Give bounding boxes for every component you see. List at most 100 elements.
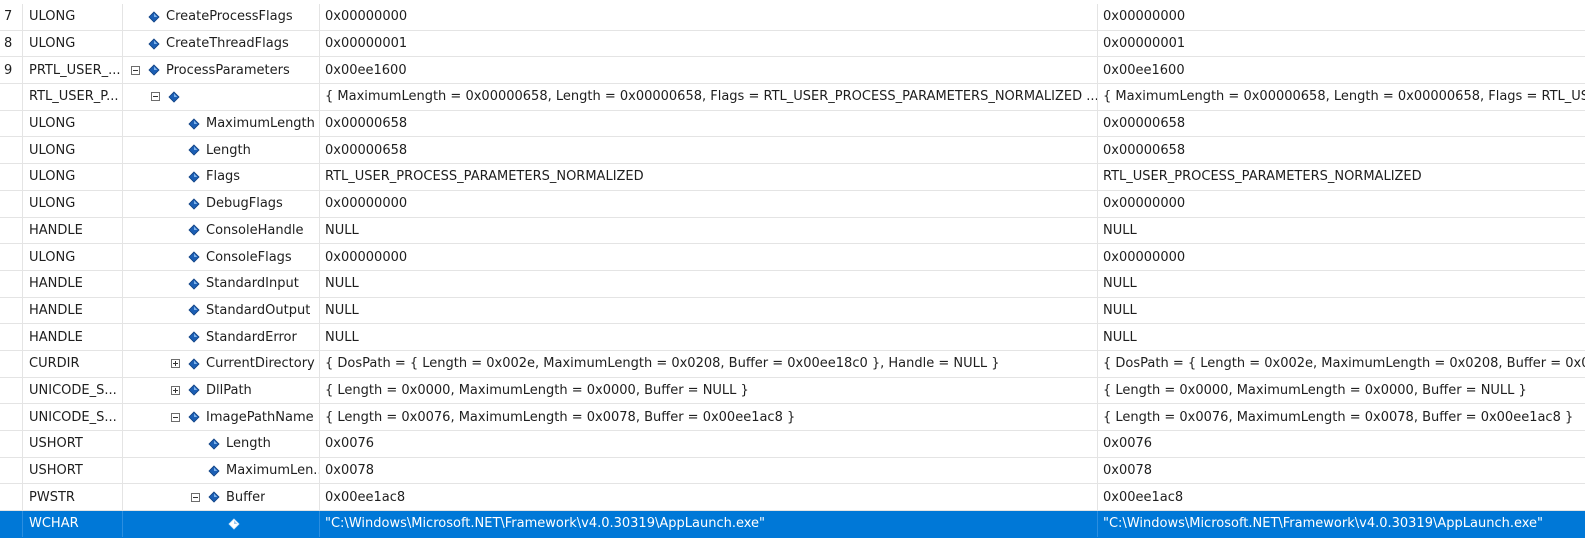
value-cell: NULL xyxy=(319,324,1097,350)
table-row[interactable]: ULONG Length 0x00000658 0x00000658 xyxy=(0,137,1585,165)
variable-name: ConsoleFlags xyxy=(206,249,292,265)
name-cell xyxy=(122,511,319,537)
type-cell: HANDLE xyxy=(22,217,122,244)
table-row[interactable]: WCHAR "C:\Windows\Microsoft.NET\Framewor… xyxy=(0,511,1585,538)
collapse-minus-icon[interactable] xyxy=(191,492,200,502)
expand-plus-icon[interactable] xyxy=(171,359,180,369)
field-diamond-icon xyxy=(188,331,200,343)
table-row[interactable]: USHORT MaximumLen... 0x0078 0x0078 xyxy=(0,457,1585,485)
type-cell: CURDIR xyxy=(22,350,122,377)
value-cell: 0x00ee1ac8 xyxy=(319,484,1097,511)
row-index xyxy=(0,111,22,137)
variable-name: DllPath xyxy=(206,382,252,398)
field-diamond-icon xyxy=(188,198,200,210)
collapse-minus-icon[interactable] xyxy=(131,65,140,75)
field-diamond-icon xyxy=(188,411,200,423)
variable-name: CurrentDirectory xyxy=(206,356,315,372)
row-index: 9 xyxy=(4,62,13,78)
type-cell: PRTL_USER_... xyxy=(22,57,122,84)
value-cell-2: RTL_USER_PROCESS_PARAMETERS_NORMALIZED xyxy=(1097,164,1585,190)
type-cell: ULONG xyxy=(22,190,122,217)
field-diamond-icon xyxy=(228,518,240,530)
table-row[interactable]: ULONG DebugFlags 0x00000000 0x00000000 xyxy=(0,190,1585,218)
value-cell-2: NULL xyxy=(1097,297,1585,324)
row-index: 7 xyxy=(4,9,13,25)
value-cell: 0x00000000 xyxy=(319,190,1097,217)
field-diamond-icon xyxy=(208,491,220,503)
field-diamond-icon xyxy=(188,251,200,263)
table-row[interactable]: 9 PRTL_USER_... ProcessParameters 0x00ee… xyxy=(0,57,1585,85)
value-cell: 0x00000001 xyxy=(319,30,1097,57)
table-row[interactable]: UNICODE_S... ImagePathName { Length = 0x… xyxy=(0,404,1585,431)
row-index xyxy=(0,191,22,217)
value-cell-2: 0x00000001 xyxy=(1097,30,1585,57)
variable-name: Flags xyxy=(206,169,241,185)
name-cell: Length xyxy=(122,431,319,457)
name-cell: DllPath xyxy=(122,377,319,404)
value-cell-2: 0x00ee1ac8 xyxy=(1097,484,1585,511)
field-diamond-icon xyxy=(188,144,200,156)
table-row[interactable]: ULONG Flags RTL_USER_PROCESS_PARAMETERS_… xyxy=(0,164,1585,191)
name-cell: CurrentDirectory xyxy=(122,350,319,377)
collapse-minus-icon[interactable] xyxy=(151,92,160,102)
name-cell: ConsoleFlags xyxy=(122,244,319,270)
variable-name: ImagePathName xyxy=(206,409,314,425)
table-row[interactable]: HANDLE StandardOutput NULL NULL xyxy=(0,297,1585,325)
table-row[interactable]: 7 ULONG CreateProcessFlags 0x00000000 0x… xyxy=(0,4,1585,31)
type-cell: ULONG xyxy=(22,110,122,137)
value-cell-2: { Length = 0x0076, MaximumLength = 0x007… xyxy=(1097,404,1585,430)
variable-name: Length xyxy=(206,142,251,158)
row-index xyxy=(0,244,22,270)
name-cell: Length xyxy=(122,137,319,164)
variable-name: ConsoleHandle xyxy=(206,222,304,238)
name-cell: ConsoleHandle xyxy=(122,217,319,244)
value-cell: { MaximumLength = 0x00000658, Length = 0… xyxy=(319,84,1097,110)
variable-name: MaximumLength xyxy=(206,116,315,132)
value-cell-2: { MaximumLength = 0x00000658, Length = 0… xyxy=(1097,84,1585,110)
field-diamond-icon xyxy=(188,384,200,397)
value-cell: 0x00000000 xyxy=(319,244,1097,270)
collapse-minus-icon[interactable] xyxy=(171,412,180,422)
row-index xyxy=(0,324,22,350)
table-row[interactable]: CURDIR CurrentDirectory { DosPath = { Le… xyxy=(0,350,1585,378)
field-diamond-icon xyxy=(148,64,160,76)
value-cell: 0x00ee1600 xyxy=(319,57,1097,84)
table-row[interactable]: HANDLE ConsoleHandle NULL NULL xyxy=(0,217,1585,245)
variable-name: Buffer xyxy=(226,489,266,505)
table-row[interactable]: RTL_USER_P... { MaximumLength = 0x000006… xyxy=(0,84,1585,111)
name-cell: MaximumLength xyxy=(122,110,319,137)
field-diamond-icon xyxy=(168,91,180,103)
field-diamond-icon xyxy=(148,37,160,50)
row-index xyxy=(0,458,22,484)
type-cell: ULONG xyxy=(22,4,122,30)
table-row[interactable]: USHORT Length 0x0076 0x0076 xyxy=(0,431,1585,458)
field-diamond-icon xyxy=(188,278,200,290)
type-cell: HANDLE xyxy=(22,270,122,297)
type-cell: ULONG xyxy=(22,137,122,164)
variable-name: StandardOutput xyxy=(206,302,311,318)
expand-plus-icon[interactable] xyxy=(171,385,180,395)
type-cell: RTL_USER_P... xyxy=(22,84,122,110)
value-cell-2: 0x00000000 xyxy=(1097,4,1585,30)
row-index xyxy=(0,164,22,190)
row-index xyxy=(0,431,22,457)
variable-name: StandardInput xyxy=(206,276,299,292)
variable-name: Length xyxy=(226,436,271,452)
row-index xyxy=(0,378,22,404)
variable-name: CreateProcessFlags xyxy=(166,9,293,25)
table-row[interactable]: HANDLE StandardError NULL NULL xyxy=(0,324,1585,351)
name-cell: CreateProcessFlags xyxy=(122,4,319,30)
type-cell: ULONG xyxy=(22,164,122,190)
table-row[interactable]: 8 ULONG CreateThreadFlags 0x00000001 0x0… xyxy=(0,30,1585,58)
table-row[interactable]: ULONG MaximumLength 0x00000658 0x0000065… xyxy=(0,110,1585,138)
table-row[interactable]: PWSTR Buffer 0x00ee1ac8 0x00ee1ac8 xyxy=(0,484,1585,512)
type-cell: USHORT xyxy=(22,431,122,457)
type-cell: HANDLE xyxy=(22,297,122,324)
table-row[interactable]: UNICODE_S... DllPath { Length = 0x0000, … xyxy=(0,377,1585,405)
type-cell: UNICODE_S... xyxy=(22,404,122,430)
table-row[interactable]: HANDLE StandardInput NULL NULL xyxy=(0,270,1585,298)
value-cell-2: 0x00000000 xyxy=(1097,244,1585,270)
value-cell-2: NULL xyxy=(1097,270,1585,297)
table-row[interactable]: ULONG ConsoleFlags 0x00000000 0x00000000 xyxy=(0,244,1585,271)
value-cell-2: 0x00ee1600 xyxy=(1097,57,1585,84)
